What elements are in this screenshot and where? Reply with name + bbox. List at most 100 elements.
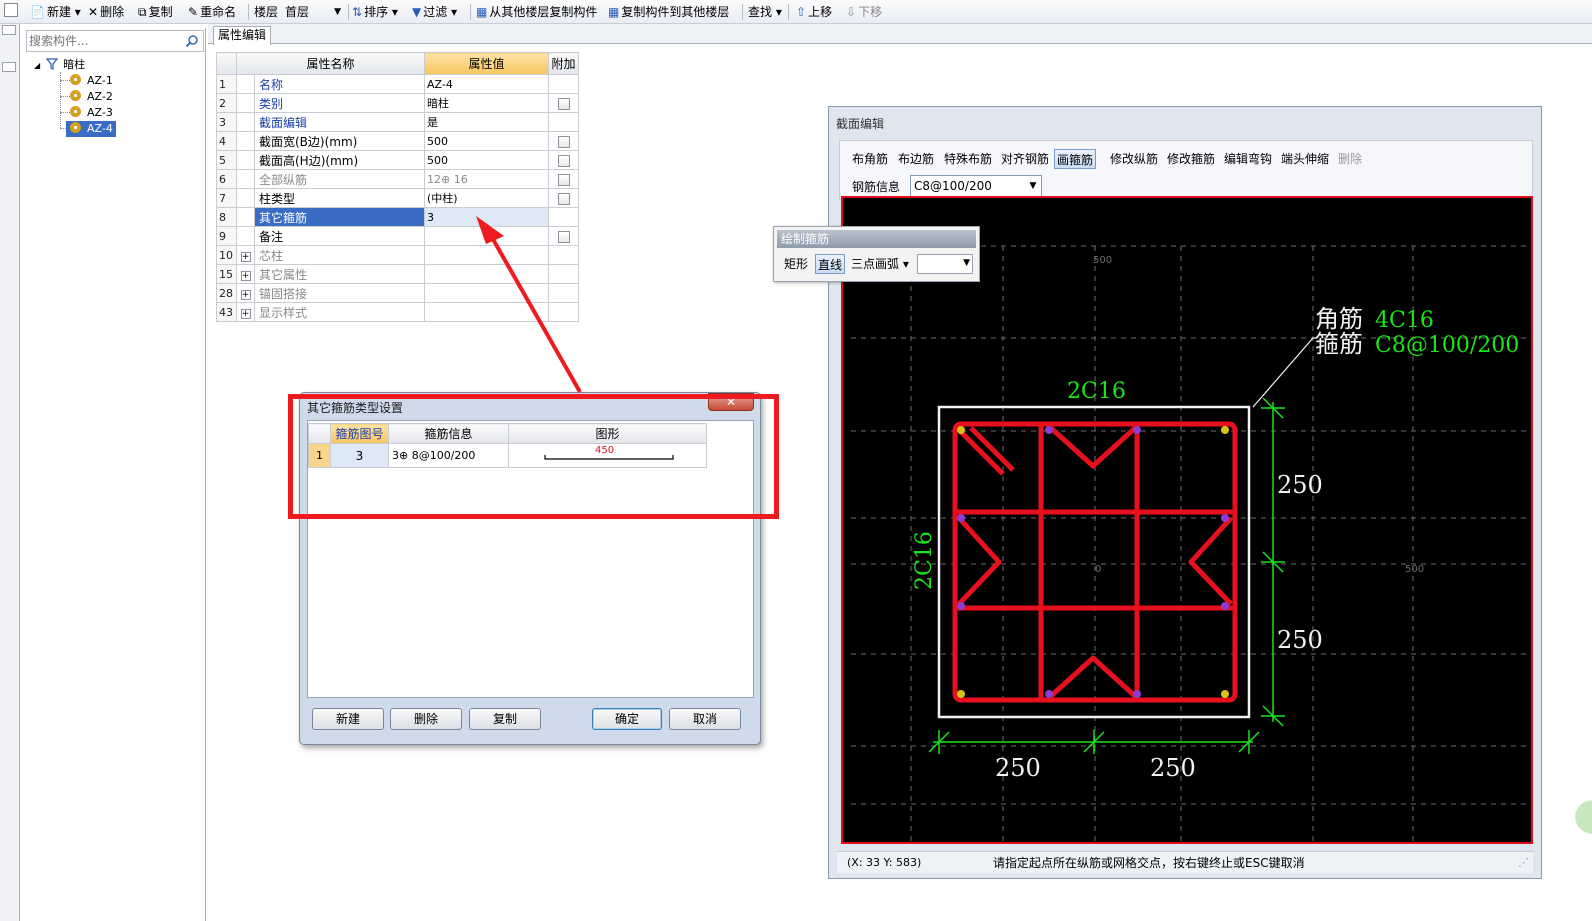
extra-checkbox[interactable] [557,192,570,205]
chevron-down-icon: ▼ [1029,181,1037,191]
copy-to-other-floor-button[interactable]: ▦ 复制构件到其他楼层 [608,3,729,21]
status-coordinates: (X: 33 Y: 583) [847,856,922,869]
stirrup-label: 箍筋 [1315,330,1363,358]
col-header-extra[interactable]: 附加 [548,52,579,75]
stirrups [952,421,1238,703]
property-row[interactable]: 6 全部纵筋 12⊕ 16 [216,169,579,189]
dialog-ok-button[interactable]: 确定 [592,708,662,730]
collapse-triangle-icon[interactable]: ◢ [34,61,40,70]
property-row[interactable]: 3 截面编辑 是 [216,112,579,132]
find-button[interactable]: 查找 ▾ [748,3,782,21]
tree-item[interactable]: AZ-1 [70,73,113,89]
search-box [26,30,204,52]
property-row[interactable]: 9 备注 [216,226,579,246]
col-header-value[interactable]: 属性值 [424,52,549,75]
section-canvas[interactable]: 500 0 500 角筋 4C16 箍筋 C8@100/200 2C16 2C1… [841,196,1533,844]
property-group-row[interactable]: 15 + 其它属性 [216,264,579,284]
chevron-down-icon: ▼ [334,7,341,17]
tool-align-rebar[interactable]: 对齐钢筋 [1001,149,1049,169]
tree-item[interactable]: AZ-2 [70,89,113,105]
toolbar-separator [788,4,789,20]
extra-checkbox[interactable] [557,173,570,186]
tool-draw-stirrup[interactable]: 画箍筋 [1054,149,1097,169]
grid-label-right: 500 [1405,564,1424,575]
rebar-info-select[interactable]: C8@100/200 ▼ [910,175,1042,197]
tool-modify-stirrup[interactable]: 修改箍筋 [1167,149,1215,169]
component-gear-icon [70,90,81,101]
property-group-row[interactable]: 10 + 芯柱 [216,245,579,265]
extra-checkbox[interactable] [557,154,570,167]
rename-button[interactable]: ✎ 重命名 [188,3,236,21]
extra-checkbox[interactable] [557,97,570,110]
extra-checkbox[interactable] [557,230,570,243]
tree-item-selected[interactable]: AZ-4 [66,121,116,137]
draw-arc-option[interactable]: 三点画弧 ▾ [851,254,909,274]
property-row[interactable]: 5 截面高(H边)(mm) 500 [216,150,579,170]
tree-root-label: 暗柱 [63,58,86,71]
tool-modify-longitudinal[interactable]: 修改纵筋 [1110,149,1158,169]
floor-select[interactable]: 首层 ▼ [282,3,344,21]
tool-special-rebar[interactable]: 特殊布筋 [944,149,992,169]
extra-checkbox[interactable] [557,135,570,148]
draw-stirrup-title[interactable]: 绘制箍筋 [777,230,976,248]
tool-delete[interactable]: 删除 [1338,149,1362,169]
copy-from-other-floor-button[interactable]: ▦ 从其他楼层复制构件 [476,3,597,21]
tree-item[interactable]: AZ-3 [70,105,113,121]
expand-plus-icon[interactable]: + [240,252,251,262]
move-down-button[interactable]: ⇩ 下移 [846,3,882,21]
search-icon[interactable] [185,34,199,48]
tool-edit-hook[interactable]: 编辑弯钩 [1224,149,1272,169]
component-tree-panel [22,28,206,921]
draw-rect-option[interactable]: 矩形 [784,254,808,274]
resize-grip-icon[interactable]: ⋰ [1518,852,1529,874]
tool-edge-rebar[interactable]: 布边筋 [898,149,934,169]
property-row[interactable]: 7 柱类型 (中柱) [216,188,579,208]
property-group-row[interactable]: 28 + 锚固搭接 [216,283,579,303]
left-edge-rebar-label: 2C16 [912,531,937,590]
copy-button[interactable]: ⧉ 复制 [138,3,173,21]
expand-plus-icon[interactable]: + [240,309,251,319]
side-expand-handle[interactable] [1564,800,1592,834]
floor-label: 楼层 [254,5,279,19]
component-gear-icon [70,106,81,117]
col-header-name[interactable]: 属性名称 [236,52,425,75]
tree-root-node[interactable]: ◢ 暗柱 [34,57,85,73]
expand-plus-icon[interactable]: + [240,290,251,300]
expand-plus-icon[interactable]: + [240,271,251,281]
rename-icon: ✎ [188,5,199,19]
search-input[interactable] [29,33,179,49]
tab-property-edit[interactable]: 属性编辑 [213,26,271,45]
filter-button[interactable]: ▼ 过滤 ▾ [412,3,457,21]
toolbar-separator [742,4,743,20]
delete-button[interactable]: ✕ 删除 [88,3,124,21]
filter-icon [45,58,58,70]
new-button[interactable]: 📄 新建 ▾ [30,3,81,21]
sort-button[interactable]: ⇅ 排序 ▾ [352,3,398,21]
new-icon: 📄 [30,5,45,19]
dialog-cancel-button[interactable]: 取消 [669,708,741,730]
dock-tab[interactable] [2,62,16,72]
draw-option-select[interactable]: ▼ [917,254,973,274]
property-group-row[interactable]: 43 + 显示样式 [216,302,579,322]
dim-label: 250 [1277,471,1323,499]
tool-end-extend[interactable]: 端头伸缩 [1281,149,1329,169]
dialog-new-button[interactable]: 新建 [312,708,384,730]
property-row[interactable]: 2 类别 暗柱 [216,93,579,113]
dock-tab[interactable] [2,25,16,35]
side-toggle-icon[interactable] [4,3,18,17]
arrow-up-icon: ⇧ [796,5,807,19]
dialog-delete-button[interactable]: 删除 [390,708,462,730]
draw-line-option[interactable]: 直线 [815,254,846,274]
tool-corner-rebar[interactable]: 布角筋 [852,149,888,169]
property-row[interactable]: 1 名称 AZ-4 [216,74,579,94]
stirrup-value: C8@100/200 [1375,333,1519,358]
section-drawing[interactable]: 500 0 500 角筋 4C16 箍筋 C8@100/200 2C16 2C1… [843,198,1531,842]
dialog-copy-button[interactable]: 复制 [469,708,541,730]
dim-label: 250 [1150,754,1196,782]
move-up-button[interactable]: ⇧ 上移 [796,3,832,21]
corner-rebar-value: 4C16 [1375,308,1434,333]
property-grid-header: 属性名称 属性值 附加 [216,52,579,75]
property-row[interactable]: 4 截面宽(B边)(mm) 500 [216,131,579,151]
property-row-selected[interactable]: 8 其它箍筋 3 [216,207,579,227]
section-editor-window: 截面编辑 布角筋 布边筋 特殊布筋 对齐钢筋 画箍筋 修改纵筋 修改箍筋 编辑弯… [828,106,1542,879]
